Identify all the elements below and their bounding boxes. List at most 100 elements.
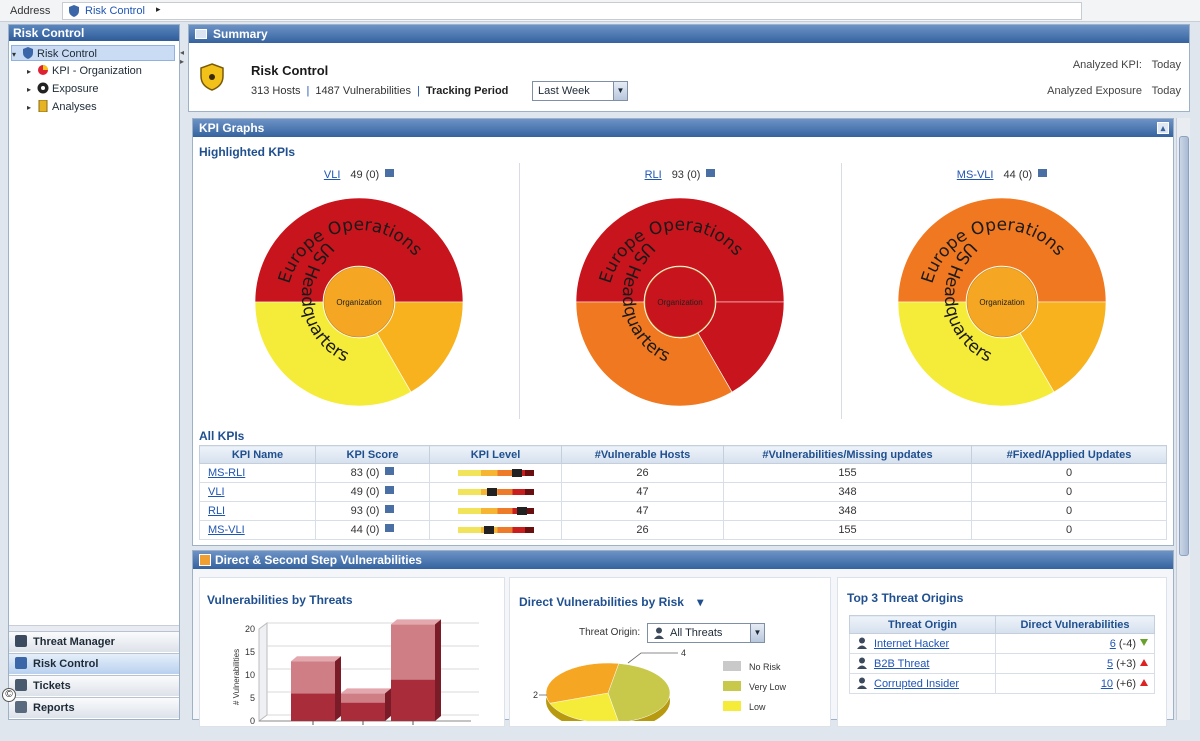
panel-collapse-icon[interactable]: ◂ ▸ xyxy=(180,48,188,66)
shield-icon xyxy=(23,47,33,59)
kpi-score: 83 (0) xyxy=(350,467,380,479)
chevron-down-icon[interactable]: ▼ xyxy=(750,624,764,642)
bar-top xyxy=(341,688,391,694)
kpi-name-link[interactable]: MS-VLI xyxy=(208,524,245,536)
details-icon[interactable] xyxy=(1038,169,1048,177)
column-header[interactable]: KPI Name xyxy=(199,445,316,464)
legend-swatch xyxy=(723,701,741,711)
tree-item-analyses[interactable]: ▸ Analyses xyxy=(27,99,97,115)
chevron-down-icon[interactable]: ▼ xyxy=(613,82,627,100)
vulnerabilities-header: Direct & Second Step Vulnerabilities xyxy=(193,551,1173,569)
table-row[interactable]: MS-RLI 83 (0) 26 155 0 xyxy=(199,463,1167,483)
table-row[interactable]: Corrupted Insider 10 (+6) xyxy=(849,673,1155,694)
expand-toggle-icon[interactable]: ▸ xyxy=(27,82,37,98)
kpi-name-link[interactable]: RLI xyxy=(208,505,225,517)
details-icon[interactable] xyxy=(385,524,395,532)
analyzed-kpi: Analyzed KPI: Today xyxy=(1073,59,1181,71)
fixed-updates: 0 xyxy=(971,501,1167,521)
vertical-scrollbar[interactable] xyxy=(1176,118,1190,720)
threat-origins-table: Threat Origin Direct Vulnerabilities Int… xyxy=(849,615,1155,694)
origin-count-link[interactable]: 5 xyxy=(1107,658,1113,670)
label-organization: Organization xyxy=(657,298,702,307)
legend-swatch xyxy=(723,681,741,691)
bar-segment-upper xyxy=(291,661,335,694)
table-row[interactable]: MS-VLI 44 (0) 26 155 0 xyxy=(199,520,1167,540)
origin-count-link[interactable]: 6 xyxy=(1110,638,1116,650)
kpi-link[interactable]: MS-VLI xyxy=(957,169,994,181)
sunburst-chart[interactable]: Europe OperationsUS HeadquartersOrganiza… xyxy=(575,197,785,407)
kpi-link[interactable]: RLI xyxy=(645,169,662,181)
kpi-name-link[interactable]: VLI xyxy=(208,486,225,498)
origin-link[interactable]: Corrupted Insider xyxy=(874,678,959,690)
all-kpis-title: All KPIs xyxy=(199,429,245,443)
level-marker xyxy=(487,488,498,497)
kpi-level-bar xyxy=(457,469,534,478)
column-header[interactable]: #Vulnerabilities/Missing updates xyxy=(723,445,972,464)
person-icon xyxy=(857,677,867,689)
meta-value: Today xyxy=(1151,59,1181,71)
details-icon[interactable] xyxy=(385,505,395,513)
leader-line xyxy=(627,652,678,664)
nav-tickets[interactable]: Tickets xyxy=(9,675,179,696)
details-icon[interactable] xyxy=(385,467,395,475)
column-header[interactable]: #Vulnerable Hosts xyxy=(561,445,724,464)
bar-segment-upper xyxy=(341,693,385,703)
legend-label: Very Low xyxy=(749,682,787,692)
expand-toggle-icon[interactable]: ▸ xyxy=(27,100,37,116)
chevron-down-icon[interactable]: ▾ xyxy=(697,595,703,609)
column-header[interactable]: Threat Origin xyxy=(849,615,996,634)
kpi-chart-ms-vli: MS-VLI 44 (0) Europe Operations US Headqua… xyxy=(841,163,1161,419)
address-arrow-icon[interactable]: ▸ xyxy=(156,4,161,15)
y-tick-label: 5 xyxy=(250,693,255,703)
kpi-chart-vli: VLI 49 (0) Europe Operations US Headquarte… xyxy=(199,163,519,419)
column-header[interactable]: #Fixed/Applied Updates xyxy=(971,445,1167,464)
column-header[interactable]: Direct Vulnerabilities xyxy=(995,615,1155,634)
label-organization: Organization xyxy=(336,298,381,307)
details-icon[interactable] xyxy=(706,169,716,177)
kpi-value: 44 (0) xyxy=(1003,169,1033,181)
copyright-icon: © xyxy=(2,688,16,702)
origin-link[interactable]: Internet Hacker xyxy=(874,638,949,650)
expand-toggle-icon[interactable]: ▸ xyxy=(27,64,37,80)
kpi-name-link[interactable]: MS-RLI xyxy=(208,467,245,479)
tree-item-kpi-organization[interactable]: ▸ KPI - Organization xyxy=(27,63,142,79)
risk-chart-title[interactable]: Direct Vulnerabilities by Risk ▾ xyxy=(519,595,703,609)
table-row[interactable]: RLI 93 (0) 47 348 0 xyxy=(199,501,1167,521)
collapse-icon[interactable]: ▴ xyxy=(1157,122,1169,134)
tree-item-exposure[interactable]: ▸ Exposure xyxy=(27,81,98,97)
kpi-link[interactable]: VLI xyxy=(324,169,341,181)
person-icon xyxy=(857,657,867,669)
kpi-level-bar xyxy=(457,488,534,497)
details-icon[interactable] xyxy=(385,169,395,177)
tree-item-risk-control[interactable]: ▾ Risk Control xyxy=(11,45,175,61)
origin-count-link[interactable]: 10 xyxy=(1101,678,1113,690)
sunburst-chart[interactable]: Europe OperationsUS HeadquartersOrganiza… xyxy=(897,197,1107,407)
column-header[interactable]: KPI Level xyxy=(429,445,562,464)
threat-origin-select[interactable]: All Threats ▼ xyxy=(647,623,765,643)
sunburst-chart[interactable]: Europe OperationsUS HeadquartersOrganiza… xyxy=(254,197,464,407)
address-value[interactable]: Risk Control xyxy=(85,5,145,17)
table-row[interactable]: B2B Threat 5 (+3) xyxy=(849,653,1155,674)
details-icon[interactable] xyxy=(385,486,395,494)
column-header[interactable]: KPI Score xyxy=(315,445,430,464)
address-field[interactable]: Risk Control ▸ xyxy=(62,2,1082,20)
origin-link[interactable]: B2B Threat xyxy=(874,658,929,670)
legend-item: Very Low xyxy=(723,681,786,692)
hosts-count: 313 Hosts xyxy=(251,85,301,97)
nav-threat-manager[interactable]: Threat Manager xyxy=(9,631,179,652)
nav-reports[interactable]: Reports xyxy=(9,697,179,718)
address-bar: Address Risk Control ▸ xyxy=(0,0,1200,22)
data-label: 2 xyxy=(533,690,538,700)
collapse-toggle-icon[interactable]: ▾ xyxy=(12,47,22,63)
vulnerabilities-count: 155 xyxy=(723,463,972,483)
table-row[interactable]: VLI 49 (0) 47 348 0 xyxy=(199,482,1167,502)
meta-label: Analyzed Exposure xyxy=(1047,85,1142,97)
table-row[interactable]: Internet Hacker 6 (-4) xyxy=(849,633,1155,654)
legend-label: Low xyxy=(749,702,766,712)
summary-panel: Summary Risk Control 313 Hosts | 1487 Vuln… xyxy=(188,24,1190,112)
tracking-period-select[interactable]: Last Week ▼ xyxy=(532,81,628,101)
level-marker xyxy=(483,526,494,535)
summary-stats: 313 Hosts | 1487 Vulnerabilities | Tracking … xyxy=(251,85,509,97)
nav-risk-control[interactable]: Risk Control xyxy=(9,653,179,674)
scrollbar-thumb[interactable] xyxy=(1179,136,1189,556)
